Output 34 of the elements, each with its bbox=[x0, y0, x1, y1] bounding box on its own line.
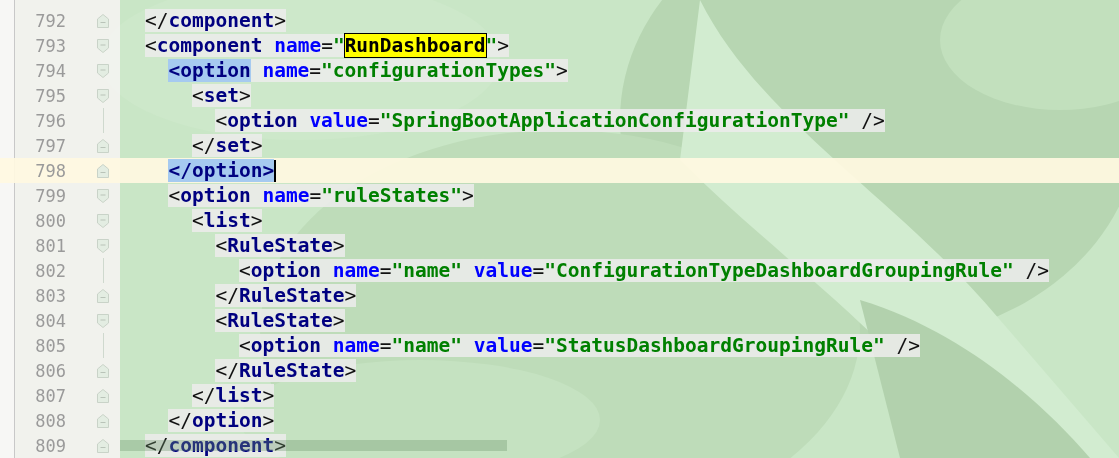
line-number: 795 bbox=[35, 85, 66, 106]
fold-marker-icon[interactable] bbox=[97, 138, 109, 153]
line-number: 806 bbox=[35, 360, 66, 381]
fold-marker-icon[interactable] bbox=[97, 13, 109, 28]
fold-marker-icon[interactable] bbox=[97, 288, 109, 303]
line-number: 802 bbox=[35, 260, 66, 281]
line-number: 798 bbox=[35, 160, 66, 181]
line-number: 803 bbox=[35, 285, 66, 306]
fold-marker-icon[interactable] bbox=[97, 88, 109, 103]
line-number: 792 bbox=[35, 10, 66, 31]
line-number: 805 bbox=[35, 335, 66, 356]
fold-marker-icon[interactable] bbox=[97, 163, 109, 178]
line-number: 797 bbox=[35, 135, 66, 156]
line-number: 794 bbox=[35, 60, 66, 81]
fold-marker-icon[interactable] bbox=[97, 213, 109, 228]
line-number: 796 bbox=[35, 110, 66, 131]
line-number: 800 bbox=[35, 210, 66, 231]
fold-marker-icon[interactable] bbox=[97, 63, 109, 78]
line-number: 808 bbox=[35, 410, 66, 431]
line-number: 799 bbox=[35, 185, 66, 206]
fold-marker-icon[interactable] bbox=[97, 363, 109, 378]
fold-marker-icon[interactable] bbox=[97, 438, 109, 453]
fold-marker-icon[interactable] bbox=[97, 238, 109, 253]
code-line: </option> bbox=[168, 159, 275, 182]
fold-marker-icon[interactable] bbox=[97, 388, 109, 403]
line-number: 793 bbox=[35, 35, 66, 56]
fold-marker-icon[interactable] bbox=[97, 188, 109, 203]
fold-marker-icon[interactable] bbox=[97, 413, 109, 428]
line-number: 801 bbox=[35, 235, 66, 256]
line-number: 804 bbox=[35, 310, 66, 331]
fold-marker-icon[interactable] bbox=[97, 38, 109, 53]
line-number: 807 bbox=[35, 385, 66, 406]
line-number: 809 bbox=[35, 435, 66, 456]
fold-marker-icon[interactable] bbox=[97, 313, 109, 328]
